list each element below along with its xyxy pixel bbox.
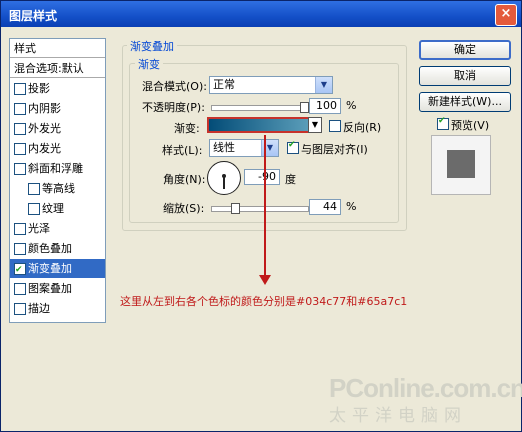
sidebar-item-label: 等高线 (42, 182, 75, 195)
sidebar-item-label: 描边 (28, 302, 50, 315)
sidebar-item[interactable]: 颜色叠加 (10, 239, 105, 258)
sidebar-item-label: 颜色叠加 (28, 242, 72, 255)
sidebar-item[interactable]: 投影 (10, 79, 105, 98)
styles-header[interactable]: 样式 (10, 39, 105, 58)
blend-options-item[interactable]: 混合选项:默认 (10, 59, 105, 78)
reverse-label: 反向(R) (343, 121, 382, 134)
sidebar-item-checkbox[interactable] (28, 183, 40, 195)
scale-slider[interactable] (211, 203, 309, 214)
chevron-down-icon: ▼ (315, 77, 332, 93)
sidebar-item[interactable]: 斜面和浮雕 (10, 159, 105, 178)
sidebar-item-checkbox[interactable] (14, 143, 26, 155)
sidebar-item[interactable]: 等高线 (10, 179, 105, 198)
angle-input[interactable]: -90 (244, 169, 280, 185)
opacity-slider[interactable] (211, 102, 309, 113)
sidebar-item-checkbox[interactable] (14, 303, 26, 315)
gradient-overlay-title: 渐变叠加 (127, 38, 177, 54)
opacity-input[interactable]: 100 (309, 98, 341, 114)
blend-mode-select[interactable]: 正常 ▼ (209, 76, 333, 94)
sidebar-item-checkbox[interactable] (14, 223, 26, 235)
title-bar[interactable]: 图层样式 × (1, 1, 521, 27)
sidebar-item[interactable]: 纹理 (10, 199, 105, 218)
sidebar-item-checkbox[interactable] (14, 163, 26, 175)
reverse-checkbox[interactable] (329, 120, 341, 132)
sidebar-item-checkbox[interactable] (28, 203, 40, 215)
chevron-down-icon[interactable]: ▼ (308, 117, 322, 133)
sidebar-item-checkbox[interactable] (14, 83, 26, 95)
gradient-subgroup-title: 渐变 (135, 56, 163, 72)
scale-unit: % (346, 200, 357, 213)
sidebar-item[interactable]: 光泽 (10, 219, 105, 238)
align-with-layer-label: 与图层对齐(I) (301, 143, 368, 156)
annotation-text: 这里从左到右各个色标的颜色分别是#034c77和#65a7c1 (120, 295, 408, 308)
angle-dial-needle (223, 176, 225, 189)
opacity-unit: % (346, 99, 357, 112)
annotation-line (264, 135, 266, 275)
preview-checkbox[interactable] (437, 116, 449, 130)
sidebar-item-label: 光泽 (28, 222, 50, 235)
sidebar-item-label: 纹理 (42, 202, 64, 215)
new-style-button[interactable]: 新建样式(W)... (419, 92, 511, 112)
cancel-button[interactable]: 取消 (419, 66, 511, 86)
sidebar-item[interactable]: 图案叠加 (10, 279, 105, 298)
annotation-arrow-icon (259, 275, 271, 285)
blend-mode-value: 正常 (213, 78, 235, 91)
watermark-subtitle: 太平洋电脑网 (329, 406, 467, 426)
sidebar-item-checkbox[interactable] (14, 261, 26, 280)
sidebar-item-checkbox[interactable] (14, 103, 26, 115)
close-button[interactable]: × (495, 4, 517, 26)
watermark-logo: PConline.com.cn (329, 373, 522, 403)
preview-swatch (447, 150, 475, 178)
sidebar-item-label: 内发光 (28, 142, 61, 155)
layer-style-dialog: 图层样式 × 样式 混合选项:默认 投影内阴影外发光内发光斜面和浮雕等高线纹理光… (0, 0, 522, 432)
preview-label: 预览(V) (451, 119, 490, 132)
gradient-style-value: 线性 (213, 141, 235, 154)
sidebar-item-label: 斜面和浮雕 (28, 162, 83, 175)
sidebar-item[interactable]: 内发光 (10, 139, 105, 158)
scale-input[interactable]: 44 (309, 199, 341, 215)
sidebar-item[interactable]: 渐变叠加 (10, 259, 105, 280)
opacity-label: 不透明度(P): (142, 101, 205, 114)
sidebar-item-label: 外发光 (28, 122, 61, 135)
opacity-slider-thumb[interactable] (300, 102, 309, 113)
sidebar-item-label: 投影 (28, 82, 50, 95)
sidebar-item-checkbox[interactable] (14, 283, 26, 295)
angle-label: 角度(N): (163, 173, 206, 186)
gradient-style-select[interactable]: 线性 ▼ (209, 139, 279, 157)
style-label: 样式(L): (162, 144, 203, 157)
scale-slider-thumb[interactable] (230, 203, 240, 214)
sidebar-item[interactable]: 外发光 (10, 119, 105, 138)
align-with-layer-checkbox[interactable] (287, 140, 299, 154)
angle-unit: 度 (285, 173, 296, 186)
gradient-picker[interactable]: ▼ (207, 117, 322, 133)
sidebar-item-label: 内阴影 (28, 102, 61, 115)
gradient-label: 渐变: (174, 122, 200, 135)
sidebar-item[interactable]: 描边 (10, 299, 105, 318)
style-preview (431, 135, 491, 195)
dialog-title: 图层样式 (9, 9, 58, 23)
sidebar-item[interactable]: 内阴影 (10, 99, 105, 118)
ok-button[interactable]: 确定 (419, 40, 511, 60)
styles-list: 样式 混合选项:默认 投影内阴影外发光内发光斜面和浮雕等高线纹理光泽颜色叠加渐变… (9, 38, 106, 323)
scale-label: 缩放(S): (163, 202, 205, 215)
angle-dial[interactable] (207, 161, 241, 195)
sidebar-item-checkbox[interactable] (14, 123, 26, 135)
sidebar-item-checkbox[interactable] (14, 243, 26, 255)
blend-mode-label: 混合模式(O): (142, 80, 207, 93)
sidebar-item-label: 渐变叠加 (28, 262, 72, 275)
close-icon: × (500, 6, 512, 21)
sidebar-item-label: 图案叠加 (28, 282, 72, 295)
